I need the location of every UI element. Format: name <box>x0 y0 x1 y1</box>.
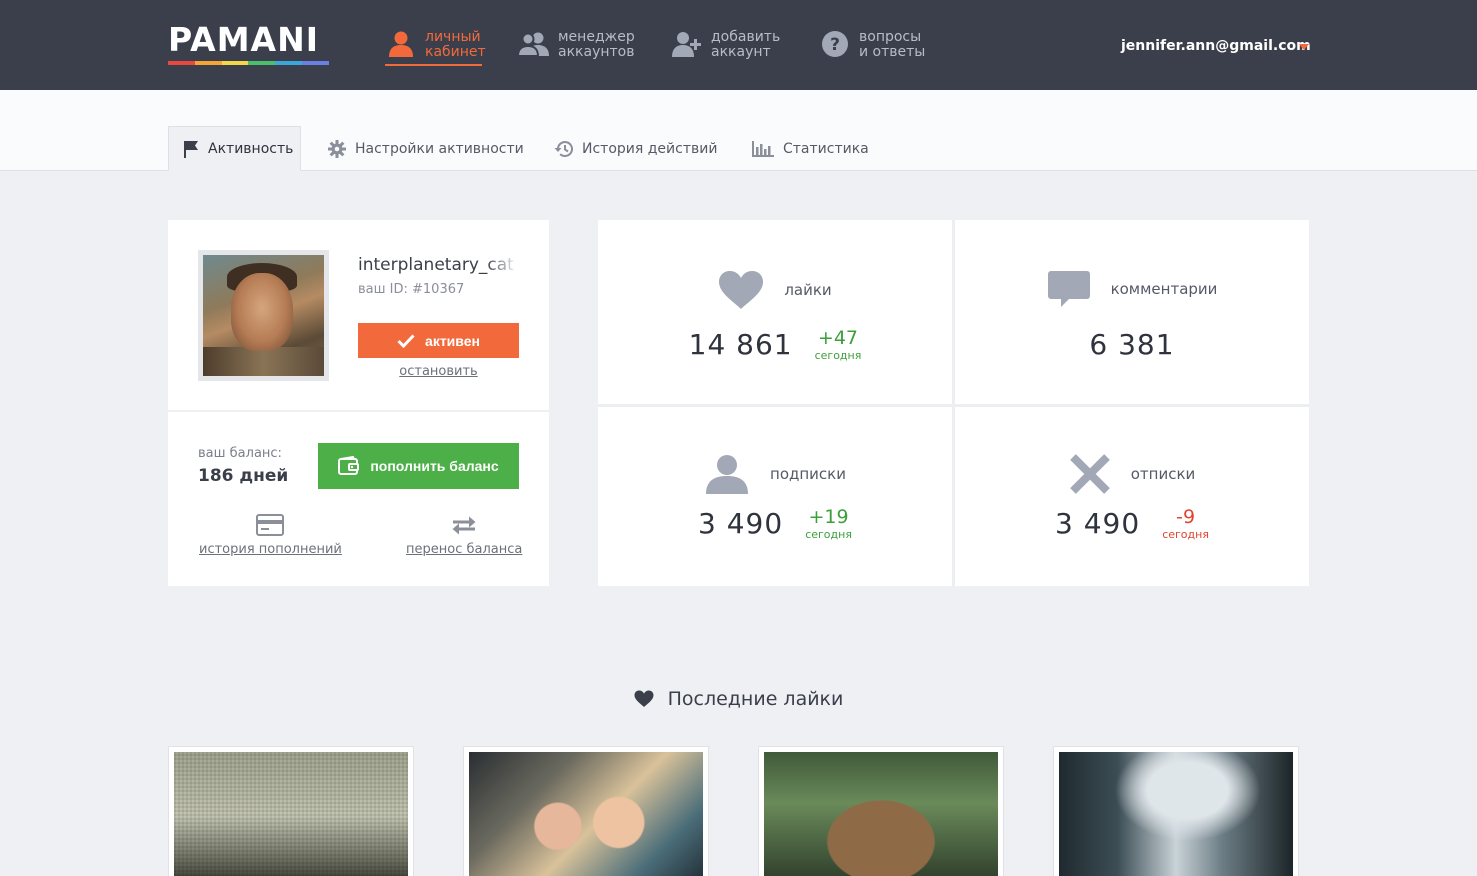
chevron-down-icon[interactable] <box>1299 44 1309 50</box>
delta-value: -9 <box>1176 505 1196 528</box>
nav-label-line2: аккаунт <box>711 44 771 60</box>
top-up-balance-label: пополнить баланс <box>370 458 499 474</box>
stat-value: 14 861 <box>688 328 793 361</box>
nav-label-line2: и ответы <box>859 44 926 60</box>
stats-panel: лайки 14 861 +47 сегодня комментарии 6 3… <box>598 220 1309 586</box>
user-email[interactable]: jennifer.ann@gmail.com <box>1121 38 1311 54</box>
stat-delta: +19 сегодня <box>805 505 852 541</box>
nav-personal-cabinet[interactable]: личный кабинет <box>385 28 486 60</box>
gear-icon <box>328 139 346 158</box>
balance-value: 186 дней <box>198 466 289 486</box>
active-status-label: активен <box>425 332 480 349</box>
stat-value: 3 490 <box>698 507 784 540</box>
flag-icon <box>183 140 199 158</box>
stat-label: отписки <box>1130 465 1196 483</box>
balance-transfer-link[interactable]: перенос баланса <box>406 512 522 557</box>
logo[interactable]: PAMANI <box>168 22 330 65</box>
comment-icon <box>1047 270 1091 308</box>
tab-activity[interactable]: Активность <box>168 126 301 171</box>
active-status-button[interactable]: активен <box>358 323 519 358</box>
user-icon <box>385 28 417 60</box>
svg-text:?: ? <box>830 35 840 55</box>
logo-text: PAMANI <box>168 20 319 59</box>
question-icon: ? <box>819 28 851 60</box>
check-icon <box>397 333 415 348</box>
transfer-arrows-icon <box>450 512 478 538</box>
delta-label: сегодня <box>1162 527 1209 541</box>
tab-statistics[interactable]: Статистика <box>738 126 883 171</box>
nav-label-line1: личный <box>425 29 481 45</box>
stat-value: 3 490 <box>1055 507 1141 540</box>
heart-icon <box>634 690 654 708</box>
recent-likes-title: Последние лайки <box>0 688 1477 710</box>
nav-label-line1: менеджер <box>558 29 635 45</box>
tab-label: Настройки активности <box>355 140 524 157</box>
active-nav-underline <box>385 64 482 66</box>
nav-label-line2: кабинет <box>425 44 486 60</box>
divider <box>168 410 549 412</box>
top-up-history-label: история пополнений <box>199 542 342 557</box>
profile-card: interplanetary_cat ваш ID: #10367 активе… <box>168 220 549 586</box>
liked-photo[interactable] <box>1053 746 1299 876</box>
tab-activity-settings[interactable]: Настройки активности <box>314 126 538 171</box>
delta-label: сегодня <box>814 348 862 362</box>
liked-photo[interactable] <box>463 746 709 876</box>
delta-value: +47 <box>817 326 859 349</box>
heart-icon <box>718 270 764 310</box>
add-user-icon <box>671 28 703 60</box>
tab-label: Активность <box>208 140 294 157</box>
tab-action-history[interactable]: История действий <box>540 126 731 171</box>
stat-comments: комментарии 6 381 <box>955 220 1309 404</box>
bar-chart-icon <box>752 140 774 157</box>
stop-link[interactable]: остановить <box>358 364 519 379</box>
credit-card-icon <box>256 512 285 538</box>
user-id: ваш ID: #10367 <box>358 282 465 297</box>
nav-faq[interactable]: ? вопросы и ответы <box>819 28 925 60</box>
user-icon <box>704 453 750 495</box>
username: interplanetary_cat <box>358 255 514 275</box>
liked-photo[interactable] <box>758 746 1004 876</box>
history-icon <box>554 140 573 158</box>
section-title-text: Последние лайки <box>667 688 844 710</box>
top-up-balance-button[interactable]: пополнить баланс <box>318 443 519 489</box>
nav-label-line1: добавить <box>711 29 781 45</box>
close-icon <box>1069 453 1111 495</box>
nav-account-manager[interactable]: менеджер аккаунтов <box>518 28 635 60</box>
delta-label: сегодня <box>805 527 852 541</box>
balance-label: ваш баланс: <box>198 446 282 461</box>
stat-label: подписки <box>770 465 846 483</box>
wallet-icon <box>338 456 360 476</box>
tab-label: Статистика <box>783 140 869 157</box>
avatar[interactable] <box>198 250 329 381</box>
delta-value: +19 <box>808 505 849 528</box>
logo-color-bar <box>168 61 329 65</box>
liked-photo[interactable] <box>168 746 414 876</box>
stat-label: лайки <box>784 281 832 299</box>
stat-likes: лайки 14 861 +47 сегодня <box>598 220 952 404</box>
users-icon <box>518 28 550 60</box>
stat-label: комментарии <box>1110 280 1218 298</box>
stat-value: 6 381 <box>1089 328 1175 361</box>
nav-add-account[interactable]: добавить аккаунт <box>671 28 780 60</box>
stat-unfollows: отписки 3 490 -9 сегодня <box>955 407 1309 586</box>
balance-transfer-label: перенос баланса <box>406 542 523 557</box>
stat-delta: -9 сегодня <box>1162 505 1209 541</box>
stat-follows: подписки 3 490 +19 сегодня <box>598 407 952 586</box>
nav-label-line1: вопросы <box>859 29 922 45</box>
top-navigation-bar: PAMANI личный кабинет менеджер аккаунтов… <box>0 0 1477 90</box>
stat-delta: +47 сегодня <box>814 326 862 362</box>
top-up-history-link[interactable]: история пополнений <box>199 512 342 557</box>
nav-label-line2: аккаунтов <box>558 44 635 60</box>
tab-label: История действий <box>582 140 718 157</box>
